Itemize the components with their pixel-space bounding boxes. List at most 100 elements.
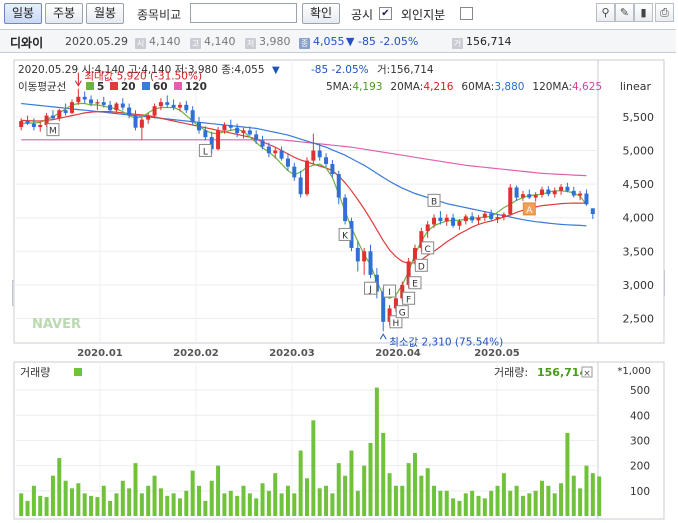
volume-bar: [419, 475, 424, 516]
max-annotation: 최대값 5,920 (-31.50%): [84, 71, 202, 83]
volume-panel-label: 거래량: [20, 366, 50, 379]
price-tick-label: 2,500: [623, 312, 655, 325]
volume-bar: [317, 488, 322, 516]
disclosure-checkbox[interactable]: ✔: [379, 7, 392, 20]
volume-bar: [355, 490, 360, 516]
pattern-marker-box: [395, 305, 409, 319]
legend-swatch: [86, 82, 94, 90]
info-change: ▼ -85 -2.05%: [346, 35, 419, 48]
candle-body: [419, 231, 424, 248]
pattern-marker-label: K: [342, 231, 349, 241]
volume-bar: [597, 476, 602, 516]
candle-body: [393, 298, 398, 309]
volume-bar: [292, 493, 297, 516]
volume-bar: [101, 485, 106, 516]
x-tick-label: 2020.03: [269, 348, 315, 359]
volume-bar: [298, 450, 303, 516]
scroll-left-arrow[interactable]: ◂: [12, 280, 22, 306]
volume-bar: [44, 497, 49, 516]
foreign-checkbox[interactable]: [460, 7, 473, 20]
candle-body: [127, 107, 132, 116]
volume-bar: [25, 500, 30, 516]
candle-body: [38, 125, 43, 128]
confirm-button[interactable]: 확인: [302, 3, 340, 24]
volume-bar: [438, 490, 443, 516]
period-monthly-button[interactable]: 월봉: [86, 3, 124, 24]
candle-body: [31, 123, 36, 128]
candle-body: [241, 130, 246, 134]
info-high-value: 4,140: [204, 35, 236, 48]
candle-body: [63, 110, 68, 113]
volume-bar: [425, 468, 430, 516]
pin-icon[interactable]: ⚲: [596, 3, 615, 22]
info-low: 저 3,980: [245, 35, 291, 49]
candle-body: [343, 197, 348, 222]
volume-bar: [76, 483, 81, 516]
candle-body: [374, 274, 379, 292]
volume-bar: [209, 480, 214, 516]
scroll-right-arrow[interactable]: ▸: [655, 270, 665, 296]
pattern-marker-box: [389, 315, 403, 329]
price-chart: 2,500 3,000 3,500 4,000 4,500 5,000 5,500 2020.…: [13, 59, 665, 520]
pattern-marker-box: [46, 123, 60, 137]
pattern-marker-label: A: [526, 206, 533, 216]
volume-bar: [235, 495, 240, 516]
volume-bar: [247, 493, 252, 516]
info-volume: 거 156,714: [452, 35, 512, 49]
pattern-marker-label: G: [399, 309, 406, 319]
candle-body: [114, 103, 119, 111]
candle-body: [584, 193, 589, 205]
volume-bar: [387, 473, 392, 516]
volume-bar: [590, 473, 595, 516]
candle-body: [209, 137, 214, 150]
volume-bar: [222, 493, 227, 516]
volume-bar: [177, 498, 182, 516]
panel-toggle-icon[interactable]: ▮: [634, 3, 653, 22]
candle-body: [69, 102, 74, 113]
candle-body: [527, 194, 532, 198]
period-weekly-button[interactable]: 주봉: [45, 3, 83, 24]
ma-value: 4,193: [352, 81, 382, 93]
volume-bar: [311, 420, 316, 516]
volume-bar: [203, 500, 208, 516]
price-panel-frame: [13, 59, 665, 344]
candle-body: [285, 158, 290, 167]
volume-bar: [520, 495, 525, 516]
info-close: 종 4,055: [299, 35, 345, 49]
volume-close-glyph: ×: [583, 369, 591, 379]
pattern-marker-box: [522, 202, 536, 216]
volume-unit-label: *1,000: [617, 366, 651, 377]
period-daily-button[interactable]: 일봉: [4, 3, 42, 24]
draw-tool-icon[interactable]: ✎: [615, 3, 634, 22]
candle-body: [108, 104, 113, 111]
volume-bar: [266, 490, 271, 516]
candle-body: [254, 134, 259, 141]
candle-body: [305, 160, 309, 195]
candle-body: [165, 102, 170, 105]
compare-input[interactable]: [190, 3, 297, 23]
candle-body: [171, 104, 176, 108]
volume-bar: [82, 493, 87, 516]
chart-header-change: -85 -2.05%: [311, 64, 369, 76]
print-icon[interactable]: ⎙: [655, 3, 674, 22]
volume-bar: [50, 475, 55, 516]
x-tick-label: 2020.05: [474, 348, 520, 359]
volume-bar: [305, 478, 309, 516]
volume-bar: [412, 453, 417, 516]
candle-body: [44, 115, 49, 126]
candle-body: [120, 103, 125, 108]
volume-bar: [368, 442, 373, 516]
volume-bar: [324, 485, 329, 516]
info-low-value: 3,980: [259, 35, 291, 48]
volume-bar: [19, 493, 24, 516]
volume-bar: [495, 485, 500, 516]
candle-body: [152, 106, 157, 116]
volume-tick-label: 300: [630, 435, 650, 447]
candle-body: [476, 217, 481, 221]
candle-body: [139, 119, 144, 128]
candle-body: [520, 194, 525, 198]
volume-bar: [241, 485, 246, 516]
candle-body: [482, 213, 487, 218]
candle-body: [368, 251, 373, 275]
candle-body: [463, 216, 468, 222]
